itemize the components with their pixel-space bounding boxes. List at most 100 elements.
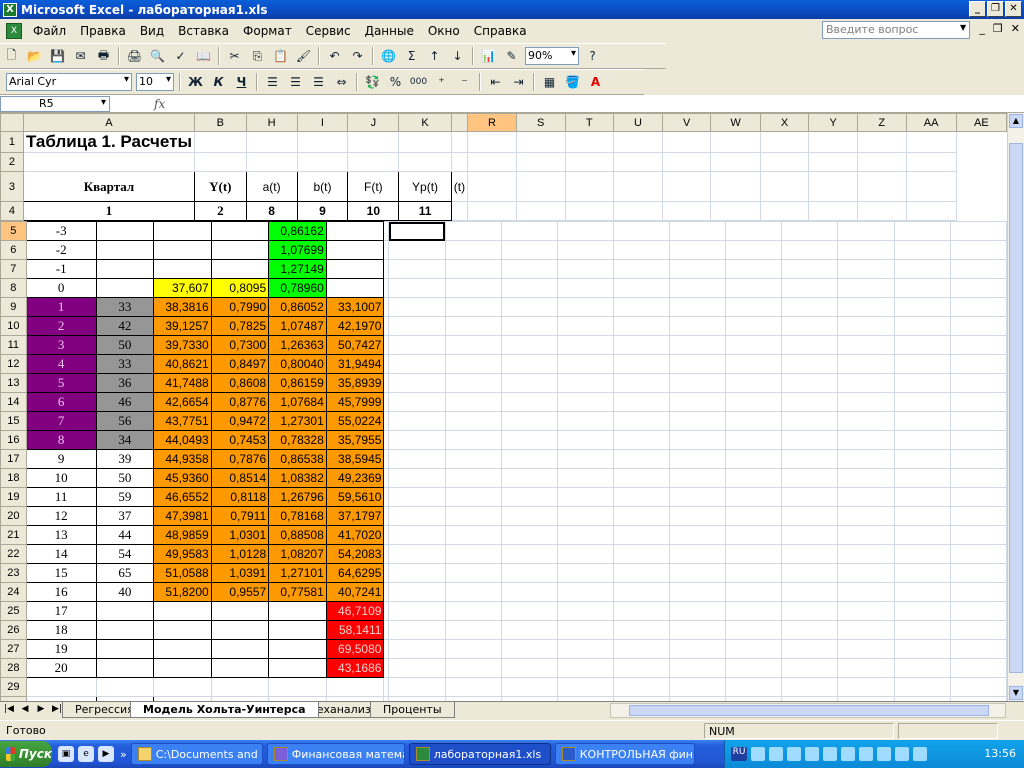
doc-minimize-button[interactable]: _ [979, 22, 985, 35]
cell[interactable] [556, 373, 614, 393]
cell[interactable] [725, 677, 783, 697]
row-header[interactable]: 9 [0, 297, 27, 317]
row-header[interactable]: 24 [0, 582, 27, 602]
cell-f[interactable]: 0,77581 [268, 582, 327, 602]
cell[interactable] [500, 449, 558, 469]
cell-a[interactable]: 42,6654 [153, 392, 212, 412]
align-left-icon[interactable]: ☰ [262, 72, 283, 92]
cell[interactable] [500, 658, 558, 678]
cell[interactable] [781, 392, 839, 412]
cell-a[interactable]: 37,607 [153, 278, 212, 298]
cell[interactable] [781, 297, 839, 317]
cell[interactable] [612, 601, 671, 621]
cell-yp[interactable] [325, 240, 385, 260]
cell-y[interactable] [95, 259, 155, 279]
cell[interactable] [388, 259, 446, 279]
cell[interactable] [500, 544, 558, 564]
cell-f[interactable]: 1,27101 [268, 563, 327, 583]
cell-a[interactable]: 45,9360 [153, 468, 212, 488]
cell[interactable] [612, 658, 671, 678]
cell[interactable] [781, 316, 839, 336]
cell[interactable] [837, 525, 895, 545]
cell[interactable] [612, 392, 671, 412]
cell[interactable] [949, 506, 1007, 526]
cell[interactable] [949, 525, 1007, 545]
cell-quarter[interactable]: -2 [25, 240, 97, 260]
cell-f[interactable]: 0,86538 [268, 449, 327, 469]
cell[interactable] [949, 658, 1007, 678]
header-cell[interactable]: F(t) [347, 171, 400, 202]
cell[interactable] [949, 430, 1007, 450]
cell[interactable] [556, 278, 614, 298]
cell-b[interactable]: 0,8514 [210, 468, 270, 488]
cell[interactable] [725, 278, 783, 298]
cell[interactable] [669, 639, 727, 659]
cell[interactable] [388, 506, 446, 526]
tray-icon[interactable] [859, 747, 873, 761]
cell-y[interactable] [95, 639, 155, 659]
cell[interactable] [388, 639, 446, 659]
cell[interactable] [725, 392, 783, 412]
cell[interactable] [781, 335, 839, 355]
cell-yp[interactable]: 54,2083 [325, 544, 385, 564]
autosum-icon[interactable]: Σ [401, 46, 422, 66]
cell[interactable] [444, 658, 502, 678]
cell[interactable] [893, 525, 951, 545]
cell-b[interactable]: 1,0301 [210, 525, 270, 545]
cell[interactable] [444, 373, 502, 393]
cell-y[interactable] [95, 240, 155, 260]
print-preview-icon[interactable]: 🖶 [93, 46, 114, 66]
cell[interactable] [556, 430, 614, 450]
cell[interactable] [325, 677, 385, 697]
cell[interactable] [781, 544, 839, 564]
number-cell[interactable]: 10 [347, 201, 400, 221]
row-header[interactable]: 21 [0, 525, 27, 545]
cell-y[interactable]: 36 [95, 373, 155, 393]
cell[interactable] [893, 449, 951, 469]
cell-f[interactable]: 0,80040 [268, 354, 327, 374]
name-box[interactable]: R5 [0, 95, 110, 112]
cell[interactable] [893, 601, 951, 621]
cell-yp[interactable]: 35,7955 [325, 430, 385, 450]
cell[interactable] [556, 525, 614, 545]
cell-a[interactable] [153, 240, 212, 260]
cell[interactable] [781, 487, 839, 507]
cell[interactable] [500, 563, 558, 583]
drawing-icon[interactable]: ✎ [501, 46, 522, 66]
cell[interactable] [893, 544, 951, 564]
cell-a[interactable]: 48,9859 [153, 525, 212, 545]
cell[interactable] [388, 563, 446, 583]
cell[interactable] [781, 639, 839, 659]
cell-y[interactable]: 42 [95, 316, 155, 336]
cell[interactable] [612, 278, 671, 298]
cell[interactable] [500, 259, 558, 279]
cell[interactable] [893, 582, 951, 602]
cell[interactable] [444, 677, 502, 697]
cell-quarter[interactable]: 15 [25, 563, 97, 583]
cell[interactable] [556, 449, 614, 469]
cell[interactable] [444, 335, 502, 355]
cell-quarter[interactable]: 10 [25, 468, 97, 488]
cell[interactable] [781, 354, 839, 374]
row-header[interactable]: 5 [0, 221, 27, 241]
cell[interactable] [725, 563, 783, 583]
doc-close-button[interactable]: ✕ [1011, 22, 1020, 35]
cell-b[interactable] [210, 601, 270, 621]
align-right-icon[interactable]: ☰ [308, 72, 329, 92]
cell[interactable] [725, 430, 783, 450]
cell[interactable] [669, 354, 727, 374]
cell-yp[interactable]: 46,7109 [325, 601, 385, 621]
cell[interactable] [725, 335, 783, 355]
zoom-select[interactable]: 90% [525, 47, 579, 65]
cell-b[interactable] [210, 240, 270, 260]
cell[interactable] [949, 677, 1007, 697]
cell[interactable] [949, 335, 1007, 355]
cell-f[interactable]: 1,07684 [268, 392, 327, 412]
cell[interactable] [893, 297, 951, 317]
column-header[interactable]: AE [955, 113, 1007, 132]
cell[interactable] [500, 240, 558, 260]
tray-icon[interactable] [823, 747, 837, 761]
cell-quarter[interactable]: 4 [25, 354, 97, 374]
cell[interactable] [612, 449, 671, 469]
cell[interactable] [893, 392, 951, 412]
